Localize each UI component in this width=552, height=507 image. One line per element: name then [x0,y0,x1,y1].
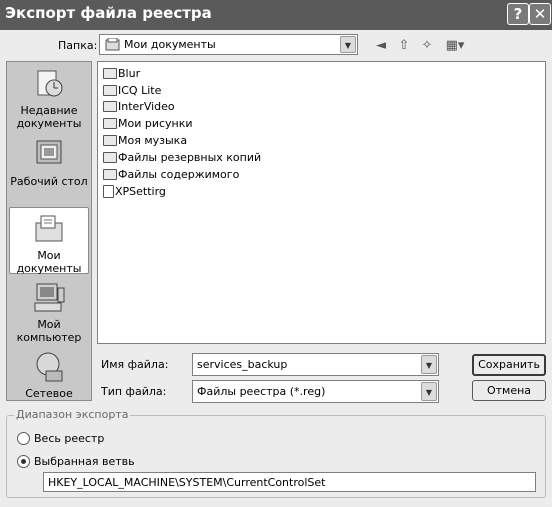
my-documents-icon [105,38,120,51]
folder-icon [103,134,117,146]
list-item[interactable]: XPSettirg [103,184,166,200]
place-recent-label: Недавние документы [16,104,82,130]
folder-icon [103,151,117,163]
filetype-select[interactable]: Файлы реестра (*.reg) ▼ [192,380,439,403]
place-desktop-label: Рабочий стол [10,175,88,188]
title-bar: Экспорт файла реестра ? ✕ [0,0,552,30]
recent-documents-icon [37,70,63,97]
folder-icon [103,67,117,79]
list-item[interactable]: InterVideo [103,99,175,115]
radio-selected-branch-label: Выбранная ветвь [34,455,135,468]
place-my-documents-label: Мои документы [16,249,82,275]
list-item[interactable]: Файлы содержимого [103,167,239,183]
up-folder-icon[interactable]: ⇧ [395,37,413,55]
list-item[interactable]: Blur [103,66,140,82]
radio-all-registry-label: Весь реестр [34,432,105,445]
lookin-label: Папка: [58,39,98,52]
radio-selected-branch[interactable] [17,455,30,468]
filetype-value: Файлы реестра (*.reg) [197,385,326,398]
my-documents-icon [35,215,63,242]
list-item[interactable]: Моя музыка [103,133,187,149]
list-item[interactable]: ICQ Lite [103,83,161,99]
network-icon [36,352,63,382]
window-title: Экспорт файла реестра [5,4,212,22]
folder-icon [103,168,117,180]
back-icon[interactable]: ◄ [372,37,390,55]
folder-icon [103,117,117,129]
folder-icon [103,84,117,96]
cancel-button[interactable]: Отмена [472,380,546,401]
my-computer-icon [34,283,65,312]
close-button[interactable]: ✕ [529,3,551,25]
branch-path-value: HKEY_LOCAL_MACHINE\SYSTEM\CurrentControl… [48,476,326,489]
place-my-computer[interactable]: Мой компьютер [9,282,89,344]
chevron-down-icon[interactable]: ▼ [421,382,437,401]
registry-file-icon [103,184,114,198]
folder-icon [103,100,117,112]
branch-path-input[interactable]: HKEY_LOCAL_MACHINE\SYSTEM\CurrentControl… [43,472,536,492]
desktop-icon [36,140,62,164]
file-list[interactable]: Blur ICQ Lite InterVideo Мои рисунки Моя… [97,61,546,344]
filename-label: Имя файла: [101,358,169,371]
new-folder-icon[interactable]: ✧ [418,37,436,55]
filename-input[interactable]: services_backup ▼ [192,353,439,376]
lookin-value: Мои документы [124,38,216,51]
place-my-computer-label: Мой компьютер [16,318,82,344]
place-network-label: Сетевое [25,387,73,400]
place-recent[interactable]: Недавние документы [9,68,89,130]
chevron-down-icon[interactable]: ▼ [340,36,356,53]
view-menu-icon[interactable]: ▦▾ [443,37,467,55]
filetype-label: Тип файла: [101,385,167,398]
place-my-documents[interactable]: Мои документы [9,207,89,275]
export-range-title: Диапазон экспорта [14,408,131,421]
lookin-select[interactable]: Мои документы ▼ [99,34,358,55]
save-button[interactable]: Сохранить [472,354,546,376]
list-item[interactable]: Мои рисунки [103,116,193,132]
place-network[interactable]: Сетевое [9,351,89,400]
radio-all-registry[interactable] [17,432,30,445]
chevron-down-icon[interactable]: ▼ [421,355,437,374]
list-item[interactable]: Файлы резервных копий [103,150,261,166]
places-bar: Недавние документы Рабочий стол Мои доку… [6,61,92,401]
help-button[interactable]: ? [507,3,529,25]
place-desktop[interactable]: Рабочий стол [9,139,89,188]
filename-value: services_backup [197,358,288,371]
